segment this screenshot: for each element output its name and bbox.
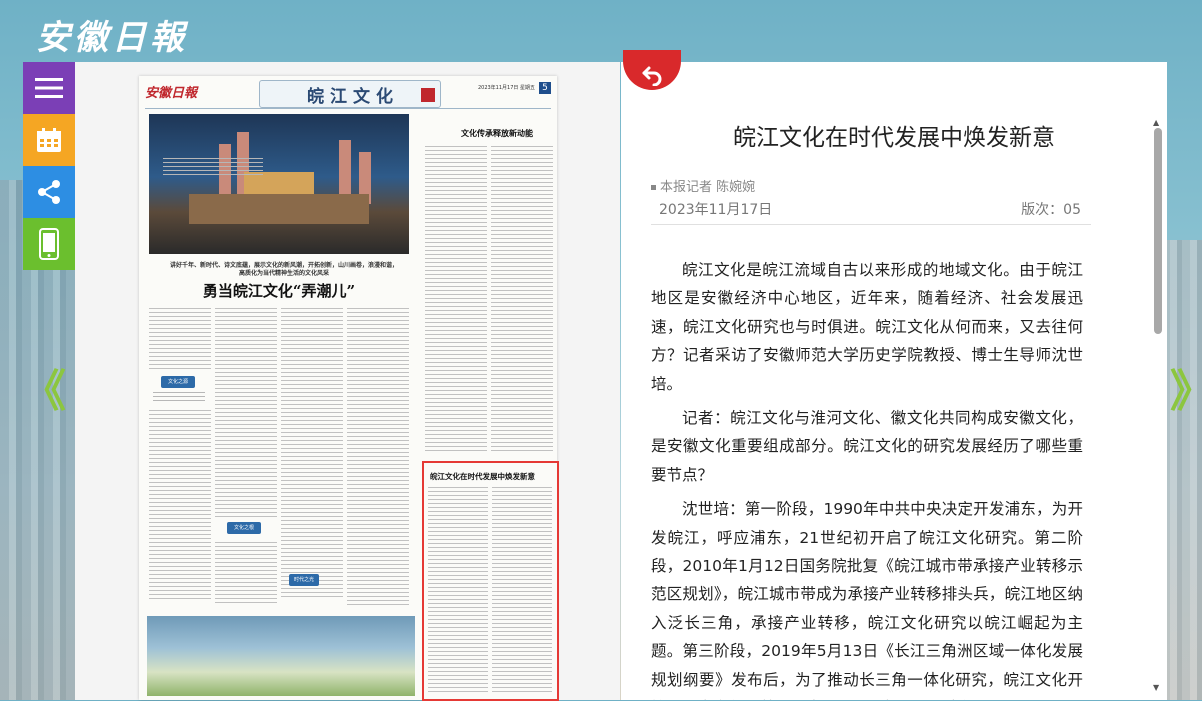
seal-stamp — [421, 88, 435, 102]
share-button[interactable] — [23, 166, 75, 218]
scrollbar-thumb[interactable] — [1154, 128, 1162, 334]
section-banner: 皖 江 文 化 — [259, 80, 441, 108]
divider — [651, 224, 1091, 225]
text-column[interactable] — [215, 308, 277, 518]
cover-photo[interactable] — [149, 114, 409, 254]
article-byline: 本报记者 陈婉婉 — [651, 176, 755, 195]
article-paragraph: 记者：皖江文化与淮河文化、徽文化共同构成安徽文化，是安徽文化重要组成部分。皖江文… — [651, 409, 1083, 484]
main-headline[interactable]: 勇当皖江文化“弄潮儿” — [149, 280, 409, 301]
newspaper-panel: 安徽日報 皖 江 文 化 2023年11月17日 星期五 5 讲好千年、新时代、… — [75, 62, 620, 701]
text-column[interactable] — [149, 410, 211, 600]
tag-label: 文化之源 — [161, 376, 195, 388]
text-column[interactable] — [149, 308, 211, 370]
pull-quote — [153, 392, 205, 404]
tag-label: 时代之光 — [289, 574, 319, 586]
photo-city-wall — [189, 194, 369, 224]
section-char: 江 — [330, 86, 347, 107]
mobile-icon — [39, 228, 59, 260]
highlighted-article-box[interactable]: 皖江文化在时代发展中焕发新意 — [422, 461, 559, 701]
site-logo[interactable]: 安徽日報 — [36, 10, 188, 59]
page-number: 5 — [539, 82, 551, 94]
section-char: 化 — [376, 86, 393, 107]
text-column[interactable] — [347, 308, 409, 608]
right-column-title[interactable]: 文化传承释放新动能 — [443, 128, 551, 139]
article-reader: 皖江文化在时代发展中焕发新意 本报记者 陈婉婉 2023年11月17日 版次：0… — [621, 62, 1167, 700]
scrollbar[interactable]: ▲ ▼ — [1151, 118, 1163, 692]
calendar-button[interactable] — [23, 114, 75, 166]
article-date: 2023年11月17日 — [659, 202, 773, 218]
tag-label: 文化之根 — [227, 522, 261, 534]
newspaper-masthead: 安徽日報 — [145, 86, 198, 101]
article-paragraph: 皖江文化是皖江流域自古以来形成的地域文化。由于皖江地区是安徽经济中心地区，近年来… — [651, 261, 1083, 393]
scroll-down-arrow-icon[interactable]: ▼ — [1153, 683, 1159, 692]
article-paragraph: 沈世培：第一阶段，1990年中共中央决定开发浦东，为开发皖江，呼应浦东，21世纪… — [651, 500, 1083, 700]
page-date: 2023年11月17日 星期五 — [477, 85, 535, 91]
photo-caption — [163, 158, 263, 176]
newspaper-page[interactable]: 安徽日報 皖 江 文 化 2023年11月17日 星期五 5 讲好千年、新时代、… — [139, 76, 559, 701]
calendar-icon — [37, 128, 61, 152]
text-column — [428, 487, 488, 693]
top-bar: 安徽日報 — [0, 0, 1202, 62]
headline-subtitle: 讲好千年、新时代、诗文底蕴，展示文化的新风潮，开拓创新，山川画卷，浪漫和谐，高质… — [169, 262, 398, 277]
prev-page-arrow[interactable]: 《 — [22, 355, 66, 419]
article-title: 皖江文化在时代发展中焕发新意 — [733, 125, 1055, 151]
text-column[interactable] — [491, 146, 553, 454]
back-arrow-icon — [642, 66, 662, 86]
text-column[interactable] — [425, 146, 487, 454]
scroll-up-arrow-icon[interactable]: ▲ — [1153, 118, 1159, 127]
article-body: 皖江文化是皖江流域自古以来形成的地域文化。由于皖江地区是安徽经济中心地区，近年来… — [651, 256, 1083, 700]
menu-icon — [35, 78, 63, 98]
text-column[interactable] — [281, 308, 343, 598]
share-icon — [38, 180, 60, 204]
article-edition: 版次：05 — [1021, 202, 1081, 218]
header-rule — [145, 108, 551, 109]
text-column — [492, 487, 552, 693]
side-menu — [23, 62, 75, 270]
menu-button[interactable] — [23, 62, 75, 114]
highlighted-article-title: 皖江文化在时代发展中焕发新意 — [430, 472, 535, 481]
section-char: 皖 — [307, 86, 324, 107]
text-column[interactable] — [215, 542, 277, 604]
mobile-button[interactable] — [23, 218, 75, 270]
next-page-arrow[interactable]: 》 — [1170, 355, 1202, 419]
section-char: 文 — [353, 86, 370, 107]
landscape-photo[interactable] — [147, 616, 415, 696]
